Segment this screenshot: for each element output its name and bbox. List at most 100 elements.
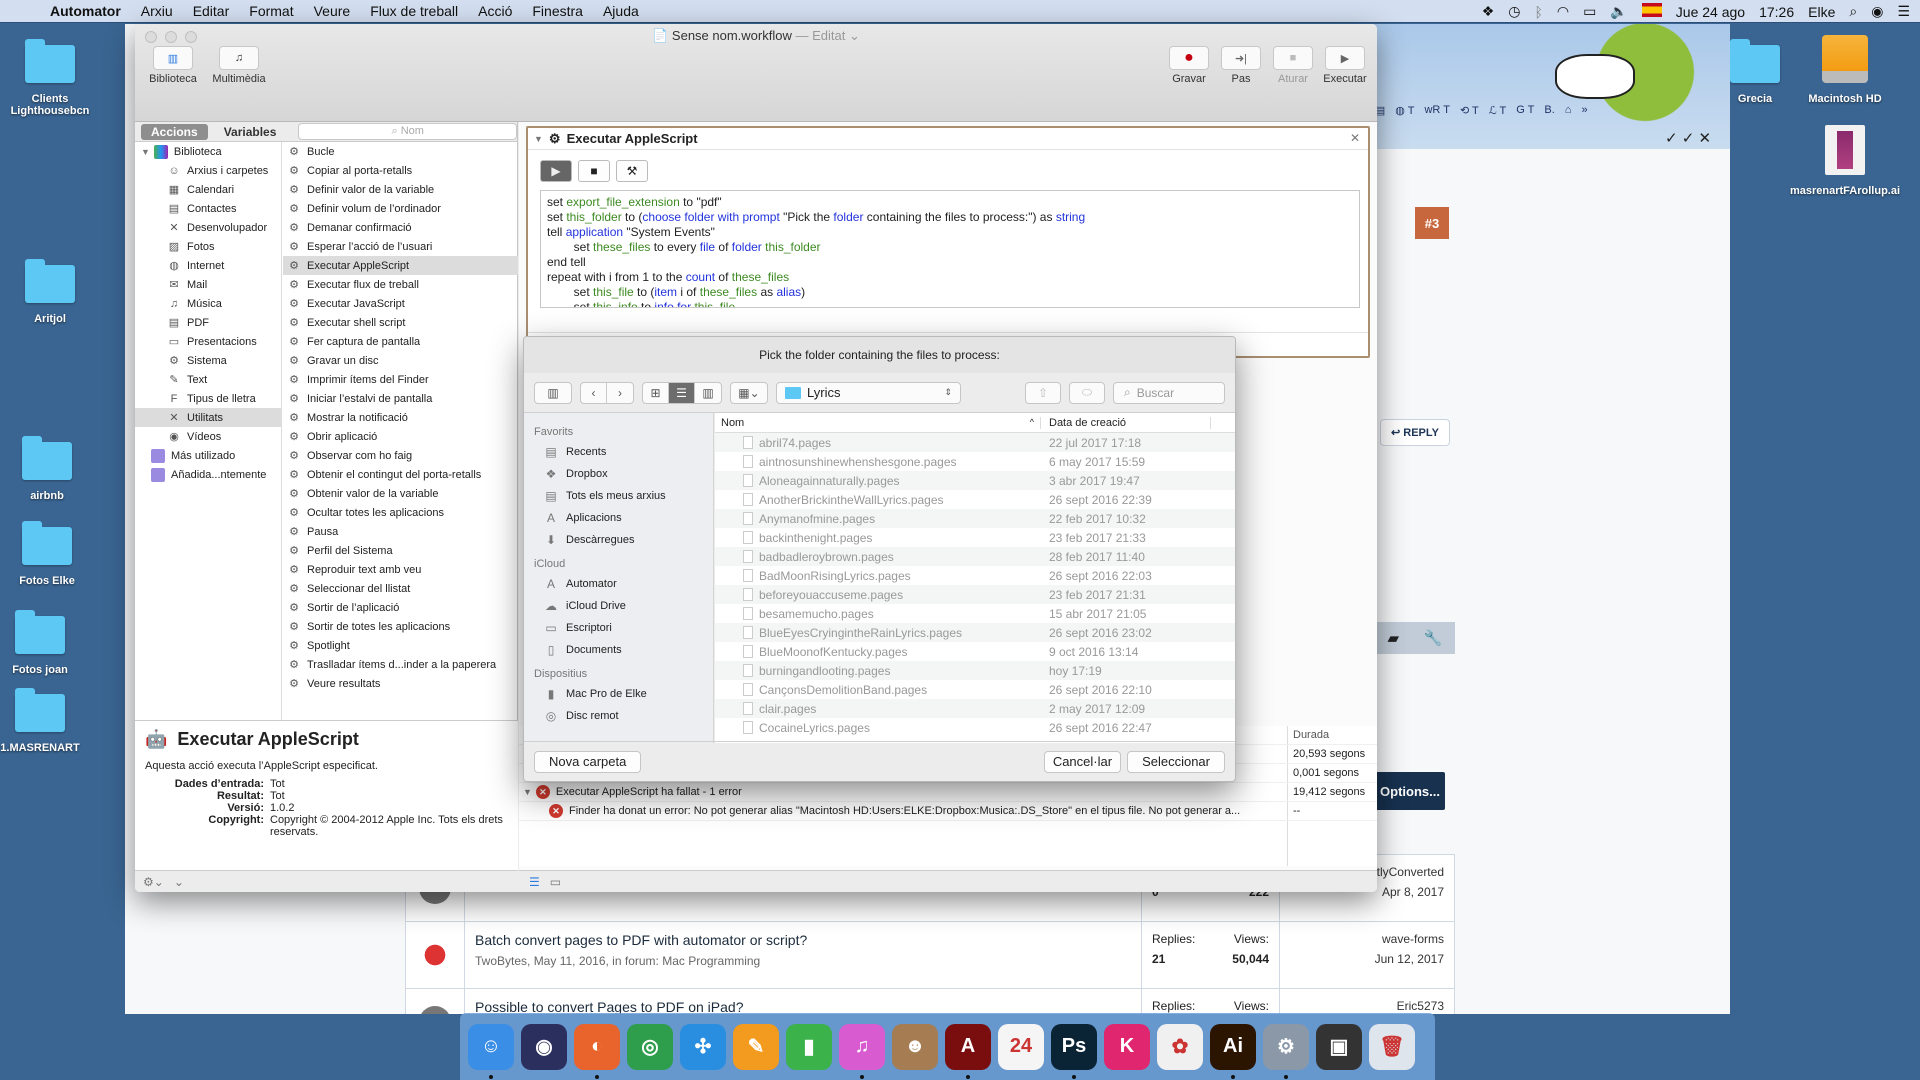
action-item[interactable]: ⚙ Gravar un disc: [283, 351, 518, 370]
disclosure-triangle-icon[interactable]: ▼: [141, 147, 150, 157]
more-extensions-icon[interactable]: »: [1581, 104, 1587, 117]
category-item[interactable]: ✕ Desenvolupador: [135, 218, 281, 237]
dock-app[interactable]: ◐: [574, 1023, 620, 1079]
spotlight-icon[interactable]: ⌕: [1849, 3, 1857, 20]
dock-app[interactable]: ✿: [1157, 1023, 1203, 1070]
remove-action-icon[interactable]: ✕: [1350, 131, 1360, 145]
dock-app[interactable]: ✣: [680, 1023, 726, 1070]
category-item[interactable]: ◍ Internet: [135, 256, 281, 275]
sidebar-item[interactable]: A Automator: [524, 573, 713, 595]
sidebar-item[interactable]: ❖ Dropbox: [524, 463, 713, 485]
dock-app[interactable]: Ps: [1051, 1023, 1097, 1079]
category-item[interactable]: F Tipus de lletra: [135, 389, 281, 408]
media-button[interactable]: ♫ Multimèdia: [209, 46, 269, 85]
file-row[interactable]: badbadleroybrown.pages 28 feb 2017 11:40: [715, 547, 1235, 566]
dock-app[interactable]: ▣: [1316, 1023, 1362, 1070]
clock-date[interactable]: Jue 24 ago: [1676, 4, 1745, 20]
log-row[interactable]: ✕ Finder ha donat un error: No pot genera…: [519, 802, 1377, 821]
category-item[interactable]: ▤ PDF: [135, 313, 281, 332]
menu-flux-de-treball[interactable]: Flux de treball: [360, 3, 468, 19]
action-item[interactable]: ⚙ Copiar al porta-retalls: [283, 161, 518, 180]
ext-icon[interactable]: ℒ T: [1489, 104, 1507, 117]
action-item[interactable]: ⚙ Obtenir valor de la variable: [283, 484, 518, 503]
tab-accions[interactable]: Accions: [141, 123, 208, 140]
back-button[interactable]: ‹: [581, 382, 607, 403]
wrench-icon[interactable]: 🔧: [1424, 629, 1443, 647]
action-item[interactable]: ⚙ Imprimir ítems del Finder: [283, 370, 518, 389]
action-item[interactable]: ⚙ Traslladar ítems d...inder a la paperer…: [283, 655, 518, 674]
category-item[interactable]: ▦ Calendari: [135, 180, 281, 199]
action-item[interactable]: ⚙ Executar shell script: [283, 313, 518, 332]
dock-app[interactable]: ☺: [468, 1023, 514, 1079]
notification-center-icon[interactable]: ☰: [1897, 3, 1910, 20]
file-row[interactable]: backinthenight.pages 23 feb 2017 21:33: [715, 528, 1235, 547]
dock-app[interactable]: ◎: [627, 1023, 673, 1070]
desktop-folder[interactable]: Clients Lighthousebcn: [0, 39, 105, 117]
file-row[interactable]: abril74.pages 22 jul 2017 17:18: [715, 433, 1235, 452]
action-item[interactable]: ⚙ Esperar l’acció de l’usuari: [283, 237, 518, 256]
action-item[interactable]: ⚙ Executar flux de treball: [283, 275, 518, 294]
toolbar-check-icons[interactable]: ✓ ✓ ✕: [1665, 129, 1711, 147]
column-header-date[interactable]: Data de creació: [1041, 416, 1211, 429]
action-item[interactable]: ⚙ Observar com ho faig: [283, 446, 518, 465]
library-toggle-button[interactable]: ▥ Biblioteca: [143, 46, 203, 85]
desktop-folder[interactable]: Fotos joan: [0, 610, 95, 676]
menu-ajuda[interactable]: Ajuda: [593, 3, 649, 19]
desktop-file[interactable]: masrenartFArollup.ai: [1790, 125, 1900, 197]
applescript-editor[interactable]: set export_file_extension to "pdf" set th…: [540, 190, 1360, 308]
action-item[interactable]: ⚙ Sortir de l’aplicació: [283, 598, 518, 617]
desktop-folder[interactable]: 1.MASRENART: [0, 688, 95, 754]
time-machine-icon[interactable]: ◷: [1508, 3, 1520, 20]
siri-icon[interactable]: ◉: [1871, 3, 1883, 20]
disclosure-triangle-icon[interactable]: ▼: [519, 787, 532, 797]
action-item[interactable]: ⚙ Sortir de totes les aplicacions: [283, 617, 518, 636]
action-item[interactable]: ⚙ Obtenir el contingut del porta-retalls: [283, 465, 518, 484]
dialog-search-input[interactable]: ⌕ Buscar: [1113, 381, 1225, 404]
action-item[interactable]: ⚙ Fer captura de pantalla: [283, 332, 518, 351]
forward-button[interactable]: ›: [607, 383, 633, 403]
sidebar-item[interactable]: A Aplicacions: [524, 507, 713, 529]
sidebar-toggle-button[interactable]: ▥: [534, 381, 572, 404]
file-row[interactable]: aintnosunshinewhenshesgone.pages 6 may 20…: [715, 452, 1235, 471]
category-item[interactable]: ✎ Text: [135, 370, 281, 389]
category-item[interactable]: ♫ Música: [135, 294, 281, 313]
window-title[interactable]: 📄 Sense nom.workflow — Editat ⌄: [135, 28, 1377, 44]
ext-icon[interactable]: ⟲ T: [1460, 104, 1479, 117]
category-item[interactable]: ▤ Contactes: [135, 199, 281, 218]
smart-group-item[interactable]: Más utilizado: [135, 446, 281, 465]
menu-format[interactable]: Format: [239, 3, 303, 19]
ext-icon[interactable]: ◍ T: [1395, 104, 1414, 117]
reply-button[interactable]: ↩ REPLY: [1380, 419, 1450, 446]
action-item[interactable]: ⚙ Definir valor de la variable: [283, 180, 518, 199]
file-row[interactable]: Aloneagainnaturally.pages 3 abr 2017 19:4…: [715, 471, 1235, 490]
run-button[interactable]: ▶ Executar: [1321, 46, 1369, 85]
action-item[interactable]: ⚙ Iniciar l’estalvi de pantalla: [283, 389, 518, 408]
eraser-icon[interactable]: ▰: [1387, 629, 1399, 647]
share-button[interactable]: ⇧: [1025, 381, 1061, 404]
group-by-button[interactable]: ▦⌄: [730, 381, 768, 404]
category-item[interactable]: ▭ Presentacions: [135, 332, 281, 351]
dock-app[interactable]: K: [1104, 1023, 1150, 1070]
input-source-flag-icon[interactable]: [1641, 3, 1662, 20]
location-popup[interactable]: Lyrics ⇕: [776, 381, 961, 404]
file-row[interactable]: CançonsDemolitionBand.pages 26 sept 2016 …: [715, 680, 1235, 699]
action-item[interactable]: ⚙ Perfil del Sistema: [283, 541, 518, 560]
ext-icon[interactable]: G T: [1516, 104, 1534, 117]
column-header-name[interactable]: Nom ^: [715, 416, 1041, 429]
step-button[interactable]: ➜| Pas: [1217, 46, 1265, 85]
action-item[interactable]: ⚙ Executar JavaScript: [283, 294, 518, 313]
dock-app[interactable]: ▮: [786, 1023, 832, 1070]
sidebar-item[interactable]: ▤ Recents: [524, 441, 713, 463]
file-row[interactable]: burningandlooting.pages hoy 17:19: [715, 661, 1235, 680]
menu-accio[interactable]: Acció: [468, 3, 522, 19]
desktop-folder[interactable]: airbnb: [0, 436, 102, 502]
ext-icon[interactable]: B.: [1544, 104, 1554, 117]
menu-editar[interactable]: Editar: [183, 3, 240, 19]
record-button[interactable]: ● Gravar: [1165, 46, 1213, 85]
description-toggle-icon[interactable]: ⌄: [174, 875, 184, 889]
library-search-input[interactable]: ⌕ Nom: [298, 123, 517, 140]
dock-app[interactable]: ⚙: [1263, 1023, 1309, 1079]
file-row[interactable]: BlueEyesCryingintheRainLyrics.pages 26 se…: [715, 623, 1235, 642]
action-item[interactable]: ⚙ Mostrar la notificació: [283, 408, 518, 427]
library-root[interactable]: ▼ Biblioteca: [135, 142, 281, 161]
